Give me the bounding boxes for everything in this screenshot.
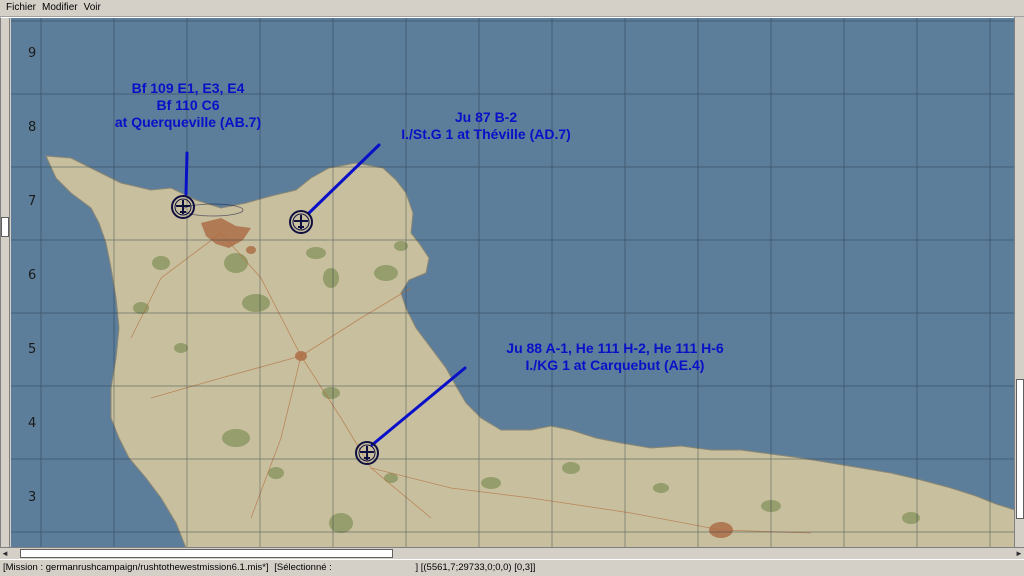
right-scrollbar-thumb[interactable]: [1016, 379, 1024, 519]
status-mission: [Mission : germanrushcampaign/rushtothew…: [3, 562, 269, 573]
grid-label-3: 3: [28, 490, 36, 505]
airfield-theville[interactable]: [289, 210, 313, 234]
annotation-carquebut: Ju 88 A-1, He 111 H-2, He 111 H-6 I./KG …: [506, 340, 724, 373]
grid-label-4: 4: [28, 416, 36, 431]
airfield-carquebut[interactable]: [355, 441, 379, 465]
annotation-line: at Querqueville (AB.7): [115, 114, 261, 130]
annotation-line: Ju 87 B-2: [455, 109, 517, 125]
scroll-left-arrow-icon[interactable]: ◄: [0, 548, 10, 559]
horizontal-scrollbar-thumb[interactable]: [20, 549, 393, 558]
annotation-line: Bf 109 E1, E3, E4: [132, 80, 245, 96]
annotation-line: I./St.G 1 at Théville (AD.7): [401, 126, 571, 142]
annotation-line: I./KG 1 at Carquebut (AE.4): [526, 357, 705, 373]
grid-label-9: 9: [28, 46, 36, 61]
grid-label-5: 5: [28, 342, 36, 357]
horizontal-scrollbar[interactable]: ◄ ►: [0, 547, 1024, 559]
map-canvas[interactable]: 9 8 7 6 5 4 3 Bf 109 E1, E3, E4 Bf 110 C…: [11, 18, 1015, 548]
menu-voir[interactable]: Voir: [81, 0, 104, 16]
menu-modifier[interactable]: Modifier: [39, 0, 81, 16]
grid-label-7: 7: [28, 194, 36, 209]
grid-label-6: 6: [28, 268, 36, 283]
scroll-right-arrow-icon[interactable]: ►: [1014, 548, 1024, 559]
status-coordinates: ] [(5561,7;29733,0;0,0) [0,3]]: [415, 562, 536, 573]
status-selection: [Sélectionné :: [274, 562, 332, 573]
right-vertical-scrollbar[interactable]: [1014, 17, 1024, 547]
annotation-line: Bf 110 C6: [156, 97, 219, 113]
map-view[interactable]: 9 8 7 6 5 4 3 Bf 109 E1, E3, E4 Bf 110 C…: [0, 17, 1024, 548]
annotation-line: Ju 88 A-1, He 111 H-2, He 111 H-6: [506, 340, 724, 356]
menu-bar: Fichier Modifier Voir: [0, 0, 1024, 17]
grid-label-8: 8: [28, 120, 36, 135]
menu-fichier[interactable]: Fichier: [3, 0, 39, 16]
status-bar: [Mission : germanrushcampaign/rushtothew…: [0, 559, 1024, 576]
